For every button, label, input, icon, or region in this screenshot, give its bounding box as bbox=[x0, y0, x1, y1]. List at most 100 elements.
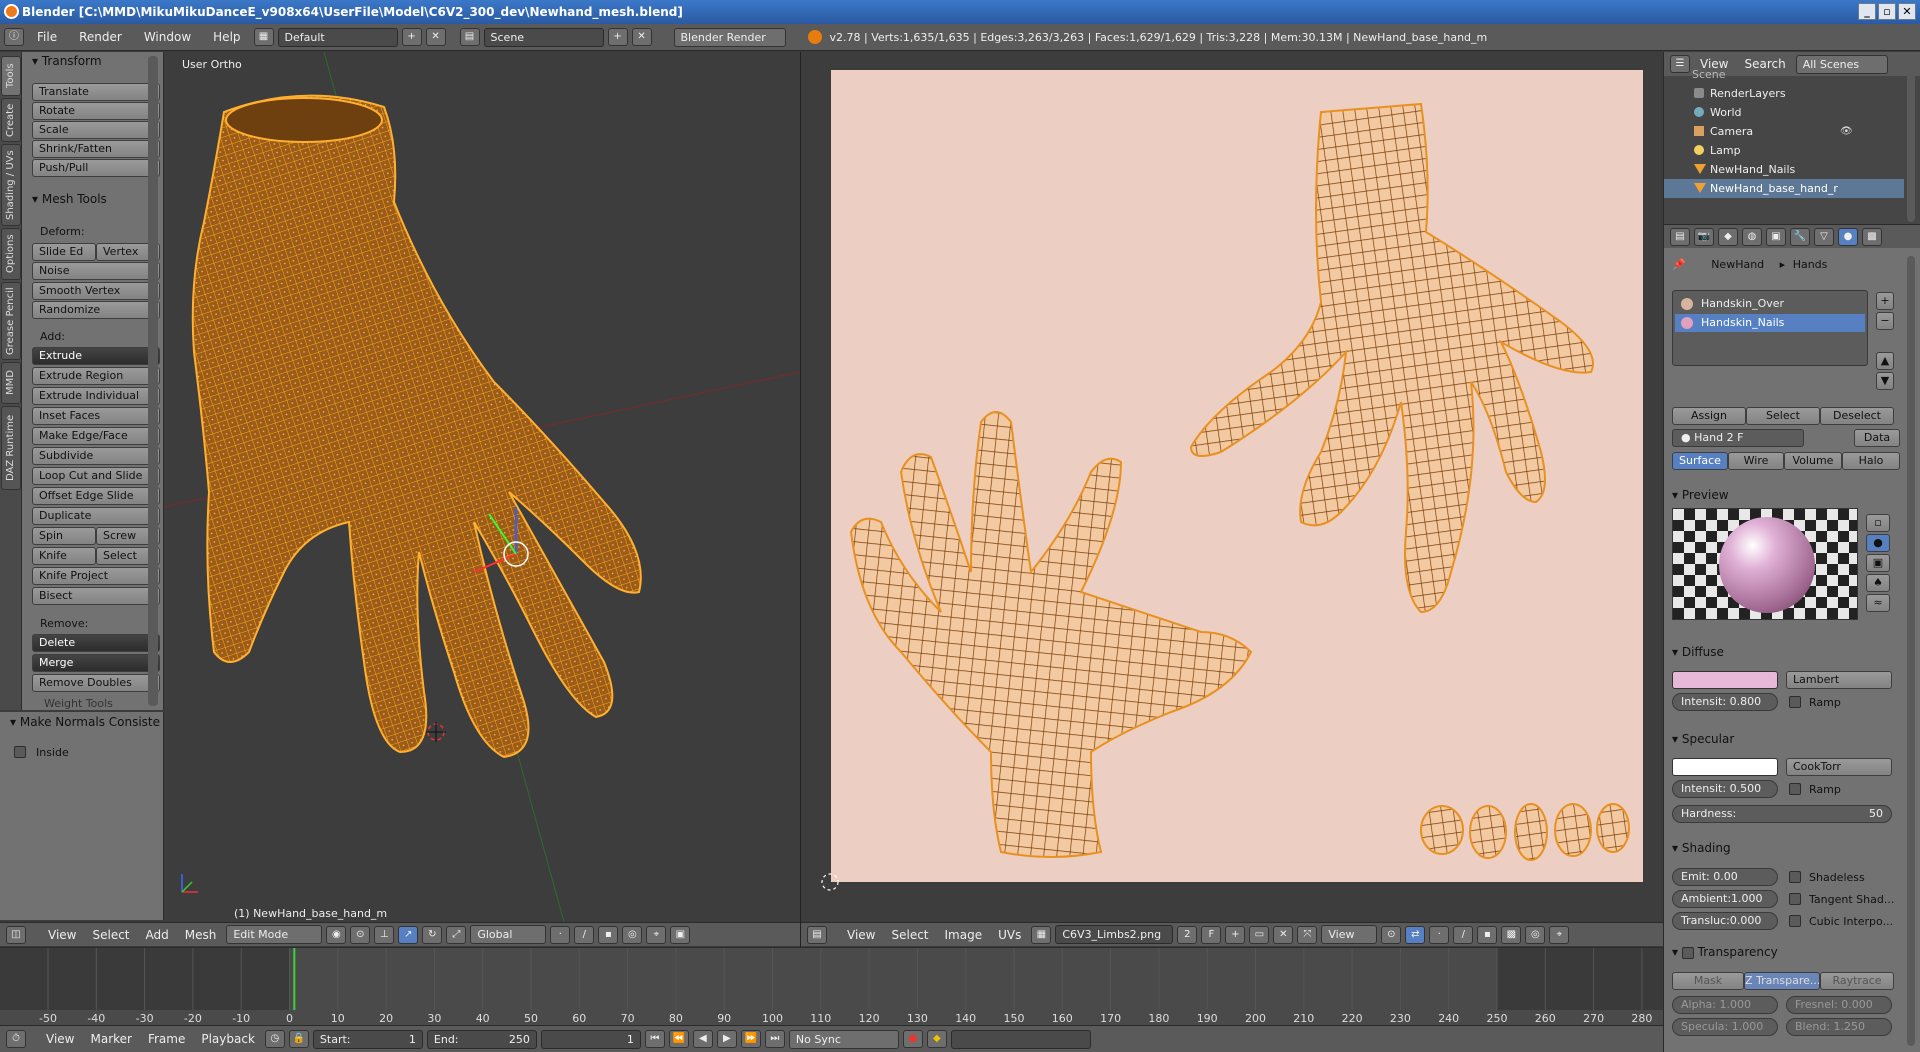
uv-island-select-icon[interactable]: ▩ bbox=[1501, 925, 1522, 944]
pin-icon[interactable]: 📌 bbox=[1672, 258, 1686, 271]
extrude-individual-button[interactable]: Extrude Individual bbox=[32, 387, 160, 405]
scene-tab-icon[interactable]: ◆ bbox=[1718, 227, 1738, 246]
editor-type-3d-icon[interactable]: ◫ bbox=[6, 925, 26, 944]
play-reverse-icon[interactable]: ◀ bbox=[692, 1030, 713, 1048]
uv-proportional-icon[interactable]: ◎ bbox=[1525, 925, 1546, 944]
menu-render[interactable]: Render bbox=[70, 24, 131, 51]
timeline-menu-view[interactable]: View bbox=[40, 1032, 80, 1046]
transparency-z-button[interactable]: Z Transpare... bbox=[1744, 972, 1820, 990]
uv-menu-uvs[interactable]: UVs bbox=[992, 928, 1027, 942]
merge-dropdown[interactable]: Merge bbox=[32, 654, 160, 672]
emit-field[interactable]: Emit: 0.00 bbox=[1672, 868, 1778, 886]
3d-viewport[interactable]: User Ortho (1) NewHand_base_hand_m bbox=[164, 52, 800, 922]
select-button[interactable]: Select bbox=[1746, 407, 1820, 425]
transparency-checkbox[interactable] bbox=[1681, 946, 1694, 959]
image-browse-icon[interactable]: ▦ bbox=[1031, 925, 1052, 944]
texture-tab-icon[interactable]: ▩ bbox=[1862, 227, 1882, 246]
smooth-vertex-button[interactable]: Smooth Vertex bbox=[32, 282, 160, 300]
timeline-menu-playback[interactable]: Playback bbox=[195, 1032, 261, 1046]
uv-layout[interactable] bbox=[801, 52, 1663, 922]
menu-add[interactable]: Add bbox=[140, 928, 175, 942]
weight-tools-header[interactable]: Weight Tools bbox=[44, 697, 113, 710]
face-select-icon[interactable]: ▪ bbox=[598, 925, 619, 944]
fake-user-button[interactable]: F bbox=[1201, 925, 1222, 944]
add-material-slot-button[interactable]: + bbox=[1876, 292, 1894, 310]
diffuse-panel-header[interactable]: ▾ Diffuse bbox=[1672, 645, 1724, 659]
menu-view[interactable]: View bbox=[42, 928, 82, 942]
delete-dropdown[interactable]: Delete bbox=[32, 634, 160, 652]
material-tab-icon[interactable]: ● bbox=[1838, 227, 1858, 246]
editor-type-timeline-icon[interactable]: ⏱ bbox=[6, 1030, 26, 1048]
translate-manipulator-icon[interactable]: ↗ bbox=[398, 925, 419, 944]
edge-select-icon[interactable]: / bbox=[574, 925, 595, 944]
2d-cursor[interactable] bbox=[821, 873, 839, 891]
data-tab-icon[interactable]: ▽ bbox=[1814, 227, 1834, 246]
randomize-button[interactable]: Randomize bbox=[32, 301, 160, 319]
close-button[interactable]: ✕ bbox=[1898, 3, 1916, 20]
active-keying-set-field[interactable] bbox=[950, 1029, 1091, 1049]
play-icon[interactable]: ▶ bbox=[716, 1030, 737, 1048]
pin-image-icon[interactable]: ⤧ bbox=[1297, 925, 1318, 944]
knife-button[interactable]: Knife bbox=[32, 547, 96, 565]
fresnel-field[interactable]: Fresnel: 0.000 bbox=[1786, 996, 1892, 1014]
tab-volume[interactable]: Volume bbox=[1784, 452, 1842, 470]
assign-button[interactable]: Assign bbox=[1672, 407, 1746, 425]
push-pull-button[interactable]: Push/Pull bbox=[32, 159, 160, 177]
tab-daz-runtime[interactable]: DAZ Runtime bbox=[1, 406, 21, 490]
subdivide-button[interactable]: Subdivide bbox=[32, 447, 160, 465]
link-data-dropdown[interactable]: Data bbox=[1854, 429, 1900, 447]
tab-shading-uvs[interactable]: Shading / UVs bbox=[1, 144, 21, 226]
extrude-region-button[interactable]: Extrude Region bbox=[32, 367, 160, 385]
tab-grease-pencil[interactable]: Grease Pencil bbox=[1, 282, 21, 360]
world-tab-icon[interactable]: ◍ bbox=[1742, 227, 1762, 246]
render-tab-icon[interactable]: 📷 bbox=[1694, 227, 1714, 246]
timeline-menu-marker[interactable]: Marker bbox=[84, 1032, 137, 1046]
remove-layout-icon[interactable]: ✕ bbox=[425, 28, 446, 46]
tab-mmd[interactable]: MMD bbox=[1, 362, 21, 404]
jump-keyframe-back-icon[interactable]: ⏪ bbox=[668, 1030, 689, 1048]
remove-doubles-button[interactable]: Remove Doubles bbox=[32, 674, 160, 692]
layout-field[interactable]: Default bbox=[277, 27, 398, 47]
transform-panel-header[interactable]: ▾ Transform bbox=[32, 54, 102, 68]
bisect-button[interactable]: Bisect bbox=[32, 587, 160, 605]
offset-edge-slide-button[interactable]: Offset Edge Slide bbox=[32, 487, 160, 505]
ambient-field[interactable]: Ambient:1.000 bbox=[1672, 890, 1778, 908]
jump-keyframe-forward-icon[interactable]: ⏩ bbox=[740, 1030, 761, 1048]
shadeless-checkbox[interactable] bbox=[1789, 871, 1801, 883]
uv-snap-icon[interactable]: ⌖ bbox=[1549, 925, 1570, 944]
diffuse-intensity-field[interactable]: Intensit: 0.800 bbox=[1672, 693, 1778, 711]
add-scene-icon[interactable]: + bbox=[607, 28, 628, 46]
tab-create[interactable]: Create bbox=[1, 98, 21, 142]
uv-menu-view[interactable]: View bbox=[841, 928, 881, 942]
rotate-manipulator-icon[interactable]: ↻ bbox=[422, 925, 443, 944]
outliner-menu-view[interactable]: View bbox=[1694, 57, 1734, 71]
editor-type-info-icon[interactable]: ⓘ bbox=[4, 28, 24, 46]
scene-field[interactable]: Scene bbox=[483, 27, 604, 47]
preview-cube-button[interactable]: ▣ bbox=[1866, 554, 1890, 572]
alpha-field[interactable]: Alpha: 1.000 bbox=[1672, 996, 1778, 1014]
preview-flat-button[interactable]: ▫ bbox=[1866, 514, 1890, 532]
knife-project-button[interactable]: Knife Project bbox=[32, 567, 160, 585]
material-slot-over[interactable]: Handskin_Over bbox=[1675, 295, 1865, 313]
jump-start-icon[interactable]: ⏮ bbox=[644, 1030, 665, 1048]
end-frame-field[interactable]: End: 250 bbox=[426, 1029, 537, 1049]
vertex-select-icon[interactable]: · bbox=[550, 925, 571, 944]
uv-menu-image[interactable]: Image bbox=[939, 928, 989, 942]
outliner-scrollbar[interactable] bbox=[1907, 72, 1915, 222]
uv-island-hand-left[interactable] bbox=[849, 411, 1253, 858]
material-name-field[interactable]: ● Hand 2 F bbox=[1672, 429, 1804, 447]
lock-range-icon[interactable]: 🔒 bbox=[288, 1030, 309, 1048]
preview-monkey-button[interactable]: ♠ bbox=[1866, 574, 1890, 592]
specular-panel-header[interactable]: ▾ Specular bbox=[1672, 732, 1734, 746]
object-tab-icon[interactable]: ▣ bbox=[1766, 227, 1786, 246]
view-mode-dropdown[interactable]: View bbox=[1321, 925, 1378, 944]
preview-hair-button[interactable]: ≈ bbox=[1866, 594, 1890, 612]
transparency-panel-header[interactable]: ▾ Transparency bbox=[1672, 945, 1778, 959]
material-slot-list[interactable]: Handskin_Over Handskin_Nails bbox=[1672, 290, 1868, 366]
uv-island-nails[interactable] bbox=[1420, 803, 1630, 861]
diffuse-ramp-checkbox[interactable] bbox=[1789, 696, 1801, 708]
material-slot-nails[interactable]: Handskin_Nails bbox=[1675, 314, 1865, 332]
sync-selection-icon[interactable]: ⇄ bbox=[1405, 925, 1426, 944]
render-preview-icon[interactable]: ▣ bbox=[670, 925, 691, 944]
cubic-interpolation-checkbox[interactable] bbox=[1789, 915, 1801, 927]
